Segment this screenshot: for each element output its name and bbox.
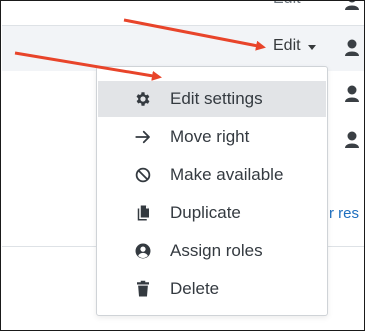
annotation-arrow: [14, 51, 162, 81]
annotation-arrows: [14, 18, 266, 81]
screenshot-frame: Edit Edit r res Edit settings Move right: [0, 0, 365, 331]
annotation-arrow: [123, 18, 266, 51]
